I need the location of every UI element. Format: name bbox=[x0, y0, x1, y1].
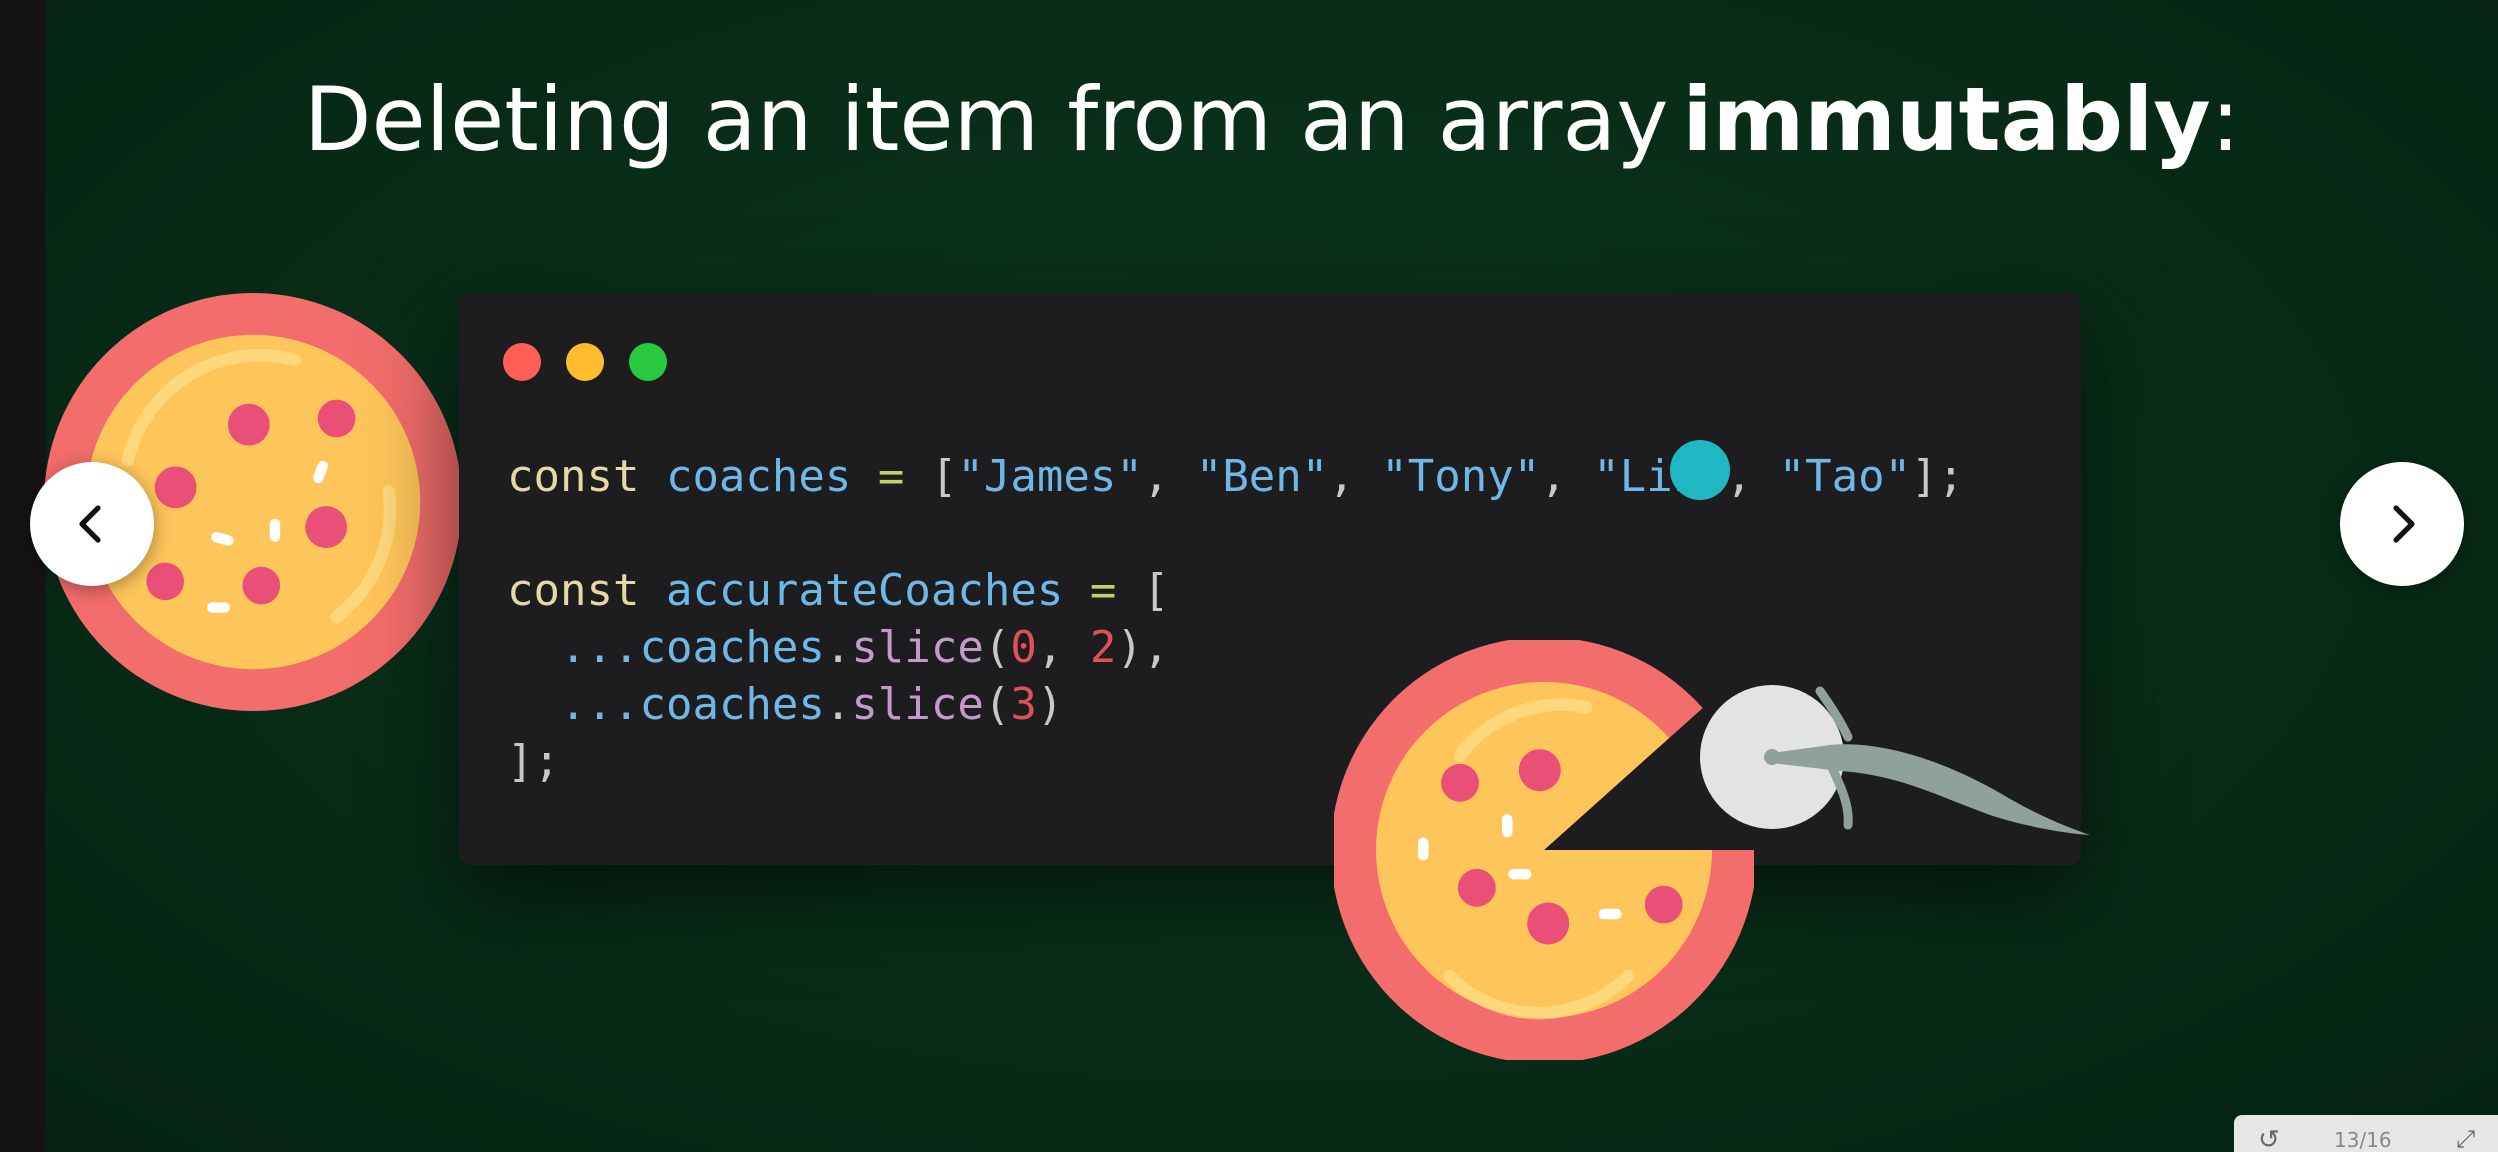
previous-slide-button[interactable] bbox=[30, 462, 154, 586]
pizza-cutter-icon bbox=[1700, 685, 2090, 835]
sliced-pizza-illustration bbox=[1334, 640, 1754, 1060]
slide-counter: 13/16 bbox=[2334, 1128, 2392, 1152]
window-maximize-dot bbox=[629, 343, 667, 381]
code-line: ...coaches.slice(3) bbox=[559, 679, 1064, 730]
window-close-dot bbox=[503, 343, 541, 381]
code-line: ]; bbox=[507, 736, 560, 787]
rotate-icon[interactable]: ↺ bbox=[2258, 1127, 2280, 1152]
chevron-right-icon bbox=[2393, 505, 2415, 543]
title-emphasis: immutably bbox=[1682, 68, 2211, 171]
slide-title: Deleting an item from an array immutably: bbox=[46, 60, 2498, 180]
title-text: Deleting an item from an array bbox=[303, 68, 1669, 171]
slide-toolbar: ↺ 13/16 ⤢ bbox=[2234, 1115, 2498, 1152]
code-line: ...coaches.slice(0, 2), bbox=[559, 622, 1170, 673]
next-slide-button[interactable] bbox=[2340, 462, 2464, 586]
code-line: const coaches = ["James", "Ben", "Tony",… bbox=[507, 451, 1965, 502]
expand-icon[interactable]: ⤢ bbox=[2456, 1127, 2475, 1151]
chevron-left-icon bbox=[79, 505, 101, 543]
title-suffix: : bbox=[2210, 68, 2241, 171]
cursor-highlight bbox=[1670, 440, 1730, 500]
window-minimize-dot bbox=[566, 343, 604, 381]
code-line: const accurateCoaches = [ bbox=[507, 565, 1170, 616]
left-edge-strip bbox=[0, 0, 46, 1152]
